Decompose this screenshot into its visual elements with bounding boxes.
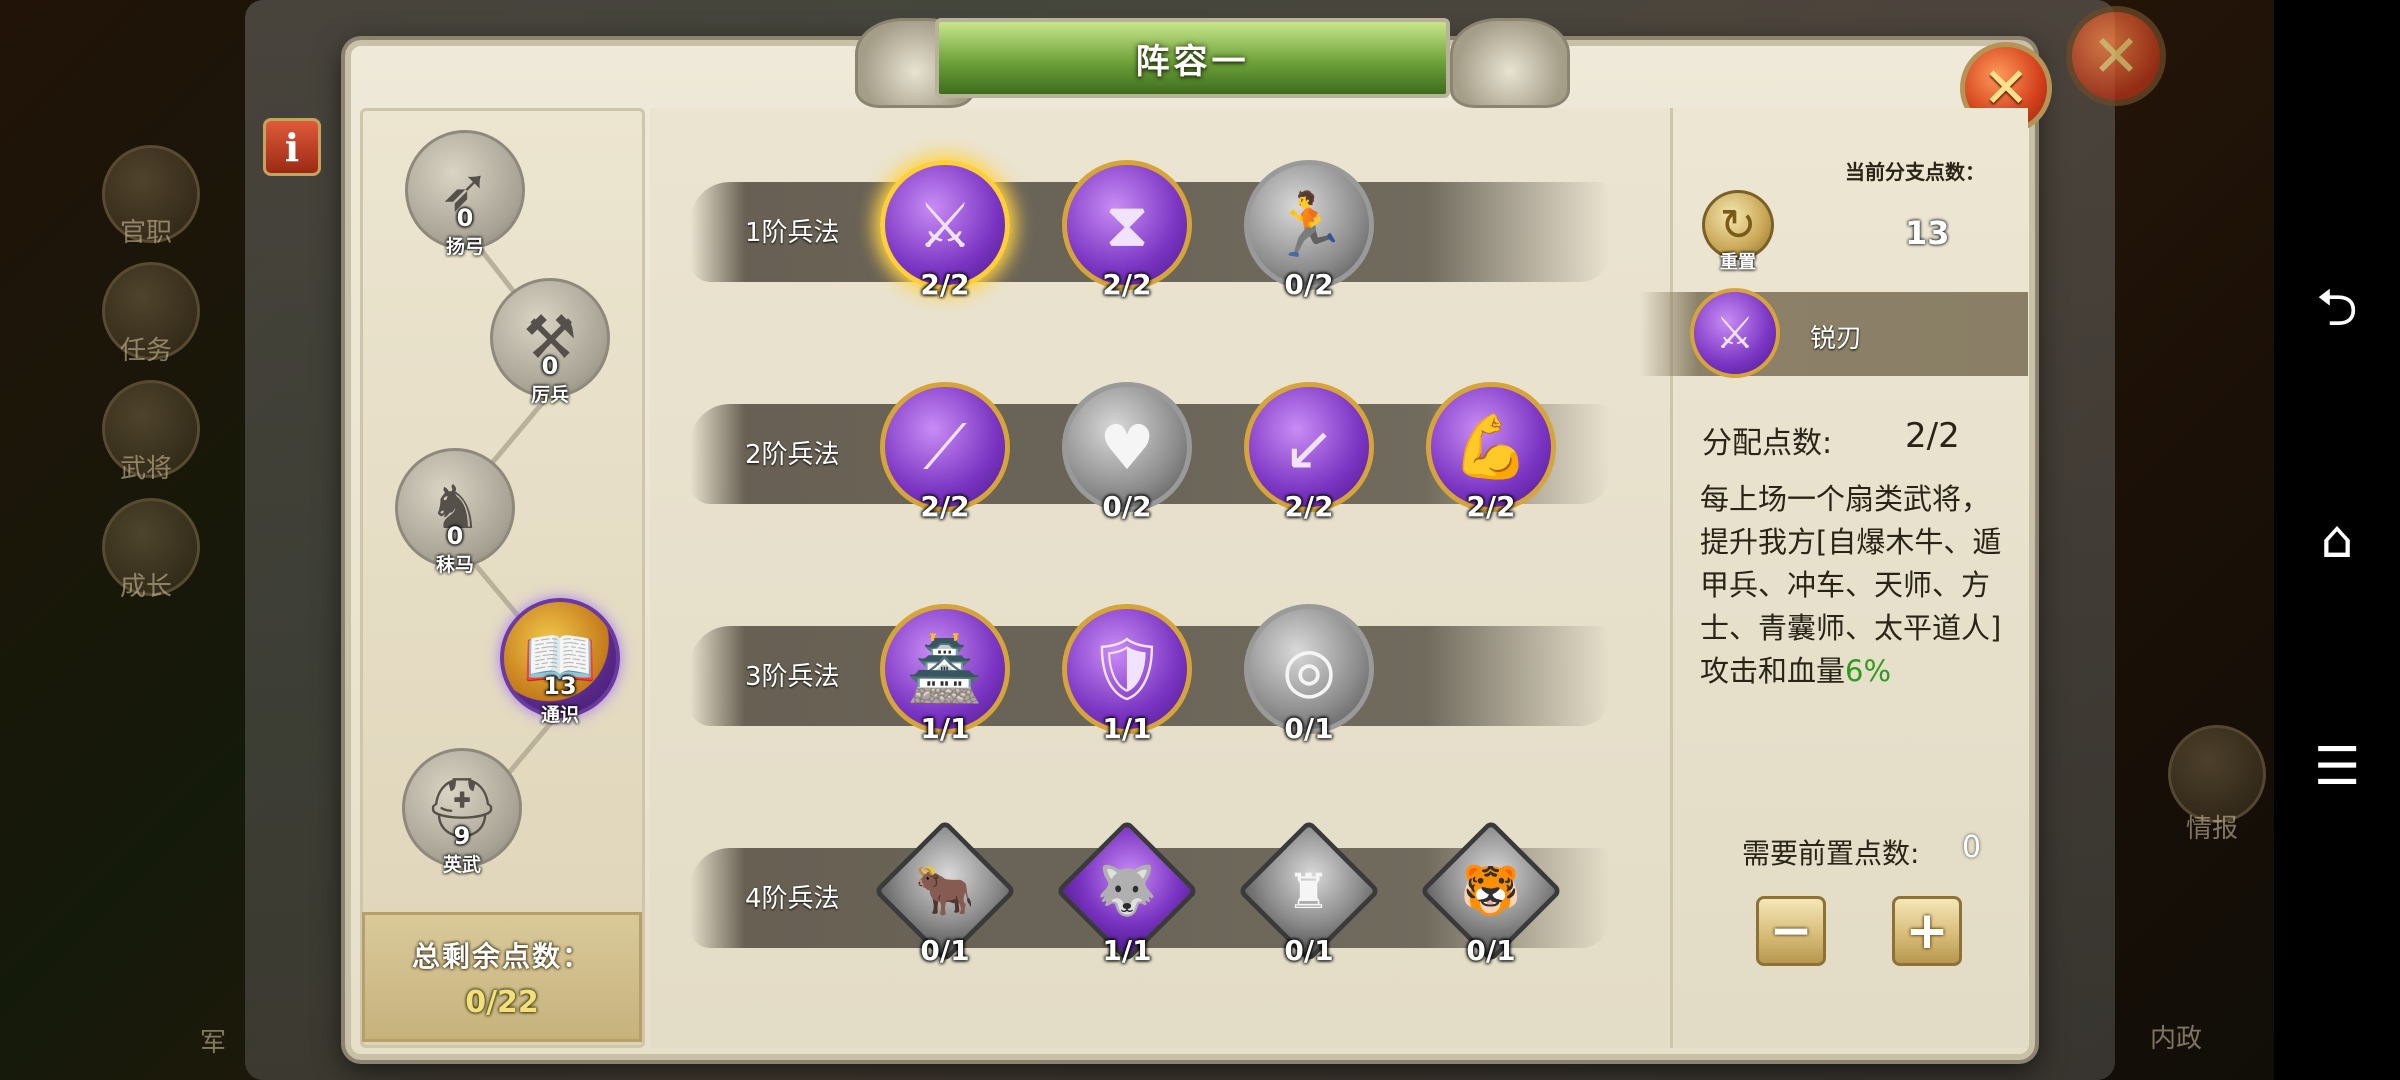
selected-skill-name: 锐刃 (1810, 324, 1863, 354)
prerequisite-points-label: 需要前置点数: (1742, 837, 1920, 870)
skill-slot[interactable]: 🏯 1/1 (880, 604, 1020, 754)
branch-points-label: 当前分支点数： (1845, 160, 1985, 184)
skill-slot[interactable]: ⚔ 2/2 (880, 160, 1020, 310)
skill-description: 每上场一个扇类武将，提升我方[自爆木牛、遁甲兵、冲车、天师、方士、青囊师、太平道… (1700, 478, 2005, 693)
skill-slot[interactable]: 🛡 1/1 (1062, 604, 1202, 754)
bg-general-label: 武将 (120, 454, 173, 484)
skill-points-count: 0/1 (1466, 934, 1516, 967)
total-remaining-label: 总剩余点数： (411, 939, 592, 973)
allocated-points-value: 2/2 (1905, 416, 1960, 456)
tier-label: 4阶兵法 (745, 884, 840, 914)
back-arrow-icon[interactable]: ⮌ (2302, 278, 2372, 348)
info-icon: i (284, 124, 300, 170)
reset-button[interactable]: ↻ 重置 (1698, 190, 1778, 274)
branch-points-value: 13 (1905, 214, 1950, 252)
tier-label: 2阶兵法 (745, 440, 840, 470)
skill-slot[interactable]: 🐯 0/1 (1419, 819, 1566, 976)
dialog-title-bar: 阵容一 (935, 18, 1450, 98)
bg-intel-label: 情报 (2186, 814, 2239, 844)
bg-quest-label: 任务 (120, 336, 173, 366)
tree-node-2[interactable]: ♞ 0 秣马 (390, 448, 520, 598)
tree-node-points: 0 (446, 522, 464, 550)
minus-button[interactable]: − (1756, 896, 1826, 966)
skill-points-count: 2/2 (1102, 268, 1152, 301)
title-ornament-right (1450, 18, 1570, 108)
total-remaining-box: 总剩余点数： 0/22 (362, 912, 642, 1042)
tree-node-name: 通识 (540, 704, 579, 726)
bg-army-label: 军 (200, 1028, 227, 1058)
skill-points-count: 2/2 (1284, 490, 1334, 523)
reset-label: 重置 (1720, 252, 1756, 273)
bg-official-label: 官职 (120, 218, 173, 248)
tree-node-name: 秣马 (435, 554, 474, 576)
plus-button[interactable]: + (1892, 896, 1962, 966)
skill-points-count: 2/2 (920, 268, 970, 301)
bg-close-icon: ✕ (2066, 6, 2166, 106)
skill-points-count: 1/1 (1102, 934, 1152, 967)
tree-node-1[interactable]: ⚒ 0 厉兵 (485, 278, 615, 428)
skill-points-count: 2/2 (1466, 490, 1516, 523)
tree-node-name: 英武 (442, 854, 481, 876)
tree-node-points: 0 (541, 352, 559, 380)
tree-node-0[interactable]: ➶ 0 扬弓 (400, 130, 530, 280)
menu-icon[interactable]: ☰ (2302, 732, 2372, 802)
tree-node-4[interactable]: ⛑ 9 英武 (397, 748, 527, 898)
tree-node-name: 厉兵 (530, 384, 569, 406)
tree-node-points: 0 (456, 204, 474, 232)
skill-points-count: 0/2 (1102, 490, 1152, 523)
skill-slot[interactable]: 🐺 1/1 (1055, 819, 1202, 976)
skill-slot[interactable]: ♜ 0/1 (1237, 819, 1384, 976)
total-remaining-value: 0/22 (465, 984, 539, 1020)
selected-skill-sword-icon: ⚔ (1690, 288, 1780, 378)
android-nav-bar: ⮌ ⌂ ☰ (2274, 0, 2400, 1080)
skill-points-count: 2/2 (920, 490, 970, 523)
skill-points-count: 0/1 (1284, 934, 1334, 967)
info-button[interactable]: i (263, 118, 321, 176)
skill-description-highlight: 6% (1845, 654, 1892, 688)
skill-slot[interactable]: ⟋ 2/2 (880, 382, 1020, 532)
skill-slot[interactable]: ◎ 0/1 (1244, 604, 1384, 754)
skill-slot[interactable]: ♥ 0/2 (1062, 382, 1202, 532)
tree-node-name: 扬弓 (445, 236, 484, 258)
prerequisite-points-value: 0 (1962, 830, 1982, 865)
skill-points-count: 0/1 (920, 934, 970, 967)
skill-points-count: 1/1 (1102, 712, 1152, 745)
tree-node-3[interactable]: 📖 13 通识 (495, 598, 625, 748)
skill-slot[interactable]: 💪 2/2 (1426, 382, 1566, 532)
skill-points-count: 0/2 (1284, 268, 1334, 301)
tree-node-points: 13 (543, 672, 577, 700)
skill-slot[interactable]: 🏃 0/2 (1244, 160, 1384, 310)
bg-growth-label: 成长 (120, 572, 173, 602)
home-icon[interactable]: ⌂ (2302, 505, 2372, 575)
tree-node-points: 9 (453, 822, 471, 850)
bg-politics-label: 内政 (2150, 1024, 2203, 1054)
skill-slot[interactable]: ↙ 2/2 (1244, 382, 1384, 532)
tier-label: 1阶兵法 (745, 218, 840, 248)
skill-slot[interactable]: ⧗ 2/2 (1062, 160, 1202, 310)
allocated-points-label: 分配点数: (1702, 426, 1833, 461)
minus-icon: − (1769, 901, 1813, 961)
skill-slot[interactable]: 🐂 0/1 (873, 819, 1020, 976)
tier-label: 3阶兵法 (745, 662, 840, 692)
dialog-title: 阵容一 (1135, 41, 1250, 82)
plus-icon: + (1905, 901, 1949, 961)
skill-points-count: 0/1 (1284, 712, 1334, 745)
skill-points-count: 1/1 (920, 712, 970, 745)
